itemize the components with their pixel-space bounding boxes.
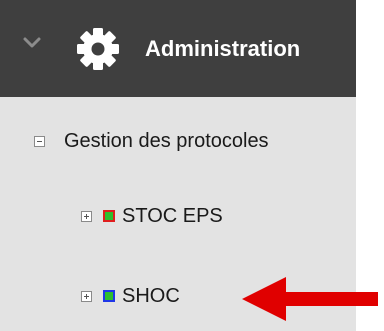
- header-title: Administration: [145, 36, 301, 61]
- expand-plus-icon[interactable]: [81, 211, 92, 222]
- tree-node-label: STOC EPS: [122, 205, 223, 227]
- tree-node-gestion-des-protocoles[interactable]: Gestion des protocoles: [0, 125, 356, 155]
- protocol-color-swatch: [103, 290, 115, 302]
- chevron-down-icon[interactable]: [22, 36, 42, 55]
- collapse-minus-icon[interactable]: [34, 136, 45, 147]
- expand-plus-icon[interactable]: [81, 291, 92, 302]
- red-arrow-icon: [242, 275, 378, 328]
- tree-node-stoc-eps[interactable]: STOC EPS: [0, 201, 356, 231]
- tree-node-label: SHOC: [122, 285, 180, 307]
- gear-icon: [75, 27, 121, 76]
- administration-header[interactable]: Administration: [0, 0, 356, 97]
- tree-node-label: Gestion des protocoles: [64, 130, 269, 152]
- protocol-color-swatch: [103, 210, 115, 222]
